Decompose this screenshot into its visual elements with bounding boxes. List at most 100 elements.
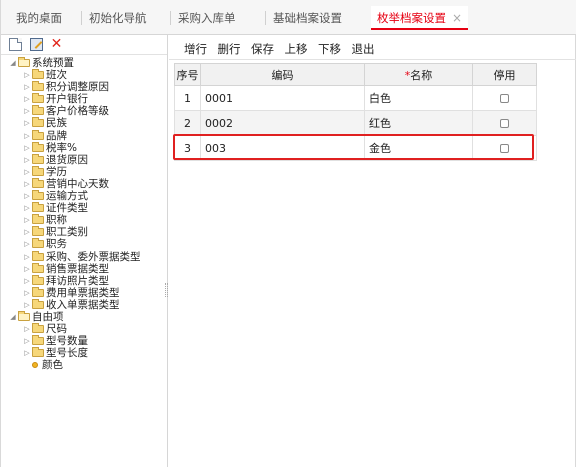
disabled-checkbox[interactable] bbox=[500, 119, 509, 128]
tree-node[interactable]: ▷ 证件类型 bbox=[1, 202, 167, 214]
tree-node[interactable]: ▷ 职务 bbox=[1, 238, 167, 250]
collapsed-arrow-icon[interactable]: ▷ bbox=[23, 105, 31, 117]
tree-node[interactable]: ▷ 退货原因 bbox=[1, 153, 167, 166]
tree-node[interactable]: ▷ 费用单票据类型 bbox=[1, 286, 167, 299]
tree-node[interactable]: ▷ 开户银行 bbox=[1, 93, 167, 105]
tree-node[interactable]: ▷ 型号数量 bbox=[1, 335, 167, 347]
panel-splitter[interactable] bbox=[165, 283, 168, 297]
add-row-button[interactable]: 增行 bbox=[184, 41, 207, 57]
folder-icon bbox=[32, 347, 44, 358]
tree-toolbar: ✕ bbox=[1, 35, 167, 55]
collapsed-arrow-icon[interactable]: ▷ bbox=[23, 238, 31, 250]
expanded-arrow-icon[interactable]: ◢ bbox=[9, 57, 17, 69]
cell-name[interactable]: 红色 bbox=[364, 110, 473, 136]
move-up-button[interactable]: 上移 bbox=[285, 41, 308, 57]
folder-icon bbox=[32, 214, 44, 225]
collapsed-arrow-icon[interactable]: ▷ bbox=[23, 154, 31, 166]
tab-enum-archive[interactable]: 枚举档案设置 × bbox=[371, 6, 469, 30]
cell-disabled bbox=[472, 135, 537, 161]
expanded-arrow-icon[interactable]: ◢ bbox=[9, 311, 17, 323]
save-button[interactable]: 保存 bbox=[251, 41, 274, 57]
folder-icon bbox=[32, 105, 44, 116]
folder-icon bbox=[32, 69, 44, 80]
cell-code[interactable]: 0001 bbox=[200, 85, 365, 111]
tree-node-label: 收入单票据类型 bbox=[46, 298, 120, 311]
new-file-icon[interactable] bbox=[9, 38, 22, 51]
cell-code[interactable]: 003 bbox=[200, 135, 365, 161]
tree-node-label: 拜访照片类型 bbox=[46, 274, 109, 287]
col-header-name[interactable]: *名称 bbox=[364, 63, 473, 86]
collapsed-arrow-icon[interactable]: ▷ bbox=[23, 214, 31, 226]
tree-node[interactable]: ▷ 税率% bbox=[1, 141, 167, 154]
collapsed-arrow-icon[interactable]: ▷ bbox=[23, 202, 31, 214]
tree-node-free-item[interactable]: ◢ 自由项 bbox=[1, 310, 167, 323]
tree-node-label: 班次 bbox=[46, 69, 67, 82]
delete-row-button[interactable]: 删行 bbox=[218, 41, 241, 57]
tree-node[interactable]: ▷ 职称 bbox=[1, 214, 167, 226]
cell-name[interactable]: 金色 bbox=[364, 135, 473, 161]
tree-node[interactable]: ▷ 学历 bbox=[1, 165, 167, 178]
collapsed-arrow-icon[interactable]: ▷ bbox=[23, 69, 31, 81]
tree-node[interactable]: ▷ 收入单票据类型 bbox=[1, 298, 167, 311]
collapsed-arrow-icon[interactable]: ▷ bbox=[23, 226, 31, 238]
col-header-seq: 序号 bbox=[174, 63, 201, 86]
tab-init-nav[interactable]: 初始化导航 bbox=[81, 8, 147, 28]
collapsed-arrow-icon[interactable]: ▷ bbox=[23, 275, 31, 287]
tree-node-label: 颜色 bbox=[42, 359, 63, 372]
delete-icon[interactable]: ✕ bbox=[50, 37, 63, 51]
collapsed-arrow-icon[interactable]: ▷ bbox=[23, 81, 31, 93]
tree-node[interactable]: ▷ 积分调整原因 bbox=[1, 81, 167, 93]
collapsed-arrow-icon[interactable]: ▷ bbox=[23, 117, 31, 129]
leaf-icon bbox=[32, 362, 38, 369]
tab-my-desktop[interactable]: 我的桌面 bbox=[16, 8, 62, 28]
exit-button[interactable]: 退出 bbox=[352, 41, 375, 57]
tree-node[interactable]: ▷ 采购、委外票据类型 bbox=[1, 250, 167, 263]
col-header-disabled[interactable]: 停用 bbox=[472, 63, 537, 86]
cell-code[interactable]: 0002 bbox=[200, 110, 365, 136]
close-icon[interactable]: × bbox=[452, 11, 462, 25]
col-header-name-label: 名称 bbox=[410, 68, 433, 82]
table-row[interactable]: 3 003 金色 bbox=[174, 135, 537, 161]
collapsed-arrow-icon[interactable]: ▷ bbox=[23, 287, 31, 299]
collapsed-arrow-icon[interactable]: ▷ bbox=[23, 130, 31, 142]
tree-node-label: 职工类别 bbox=[46, 226, 88, 239]
collapsed-arrow-icon[interactable]: ▷ bbox=[23, 93, 31, 105]
collapsed-arrow-icon[interactable]: ▷ bbox=[23, 166, 31, 178]
tree-node[interactable]: ▷ 拜访照片类型 bbox=[1, 274, 167, 287]
tree-leaf-color[interactable]: 颜色 bbox=[1, 359, 167, 371]
move-down-button[interactable]: 下移 bbox=[318, 41, 341, 57]
tree-node[interactable]: ▷ 客户价格等级 bbox=[1, 105, 167, 117]
tab-purchase-receipt[interactable]: 采购入库单 bbox=[170, 8, 236, 28]
collapsed-arrow-icon[interactable]: ▷ bbox=[23, 190, 31, 202]
tree-node-system-preset[interactable]: ◢ 系统预置 bbox=[1, 57, 167, 69]
edit-icon[interactable] bbox=[29, 38, 43, 51]
collapsed-arrow-icon[interactable]: ▷ bbox=[23, 299, 31, 311]
collapsed-arrow-icon[interactable]: ▷ bbox=[23, 323, 31, 335]
tree-node[interactable]: ▷ 销售票据类型 bbox=[1, 262, 167, 275]
tree-node[interactable]: ▷ 营销中心天数 bbox=[1, 177, 167, 190]
tree-node[interactable]: ▷ 班次 bbox=[1, 69, 167, 81]
collapsed-arrow-icon[interactable]: ▷ bbox=[23, 335, 31, 347]
tree-node[interactable]: ▷ 型号长度 bbox=[1, 347, 167, 359]
tree-node[interactable]: ▷ 品牌 bbox=[1, 129, 167, 142]
tree-node[interactable]: ▷ 尺码 bbox=[1, 323, 167, 335]
col-header-code[interactable]: 编码 bbox=[200, 63, 365, 86]
folder-icon bbox=[32, 165, 44, 176]
tab-basic-archive[interactable]: 基础档案设置 bbox=[265, 8, 342, 28]
tree-node[interactable]: ▷ 民族 bbox=[1, 117, 167, 129]
disabled-checkbox[interactable] bbox=[500, 94, 509, 103]
cell-name[interactable]: 白色 bbox=[364, 85, 473, 111]
tree-node[interactable]: ▷ 运输方式 bbox=[1, 190, 167, 202]
tree-node[interactable]: ▷ 职工类别 bbox=[1, 226, 167, 238]
table-row[interactable]: 2 0002 红色 bbox=[174, 110, 537, 136]
collapsed-arrow-icon[interactable]: ▷ bbox=[23, 178, 31, 190]
cell-seq: 1 bbox=[174, 85, 201, 111]
table-row[interactable]: 1 0001 白色 bbox=[174, 85, 537, 111]
collapsed-arrow-icon[interactable]: ▷ bbox=[23, 263, 31, 275]
collapsed-arrow-icon[interactable]: ▷ bbox=[23, 251, 31, 263]
collapsed-arrow-icon[interactable]: ▷ bbox=[23, 142, 31, 154]
tree-node-label: 退货原因 bbox=[46, 153, 88, 166]
folder-icon bbox=[32, 286, 44, 297]
collapsed-arrow-icon[interactable]: ▷ bbox=[23, 347, 31, 359]
disabled-checkbox[interactable] bbox=[500, 144, 509, 153]
